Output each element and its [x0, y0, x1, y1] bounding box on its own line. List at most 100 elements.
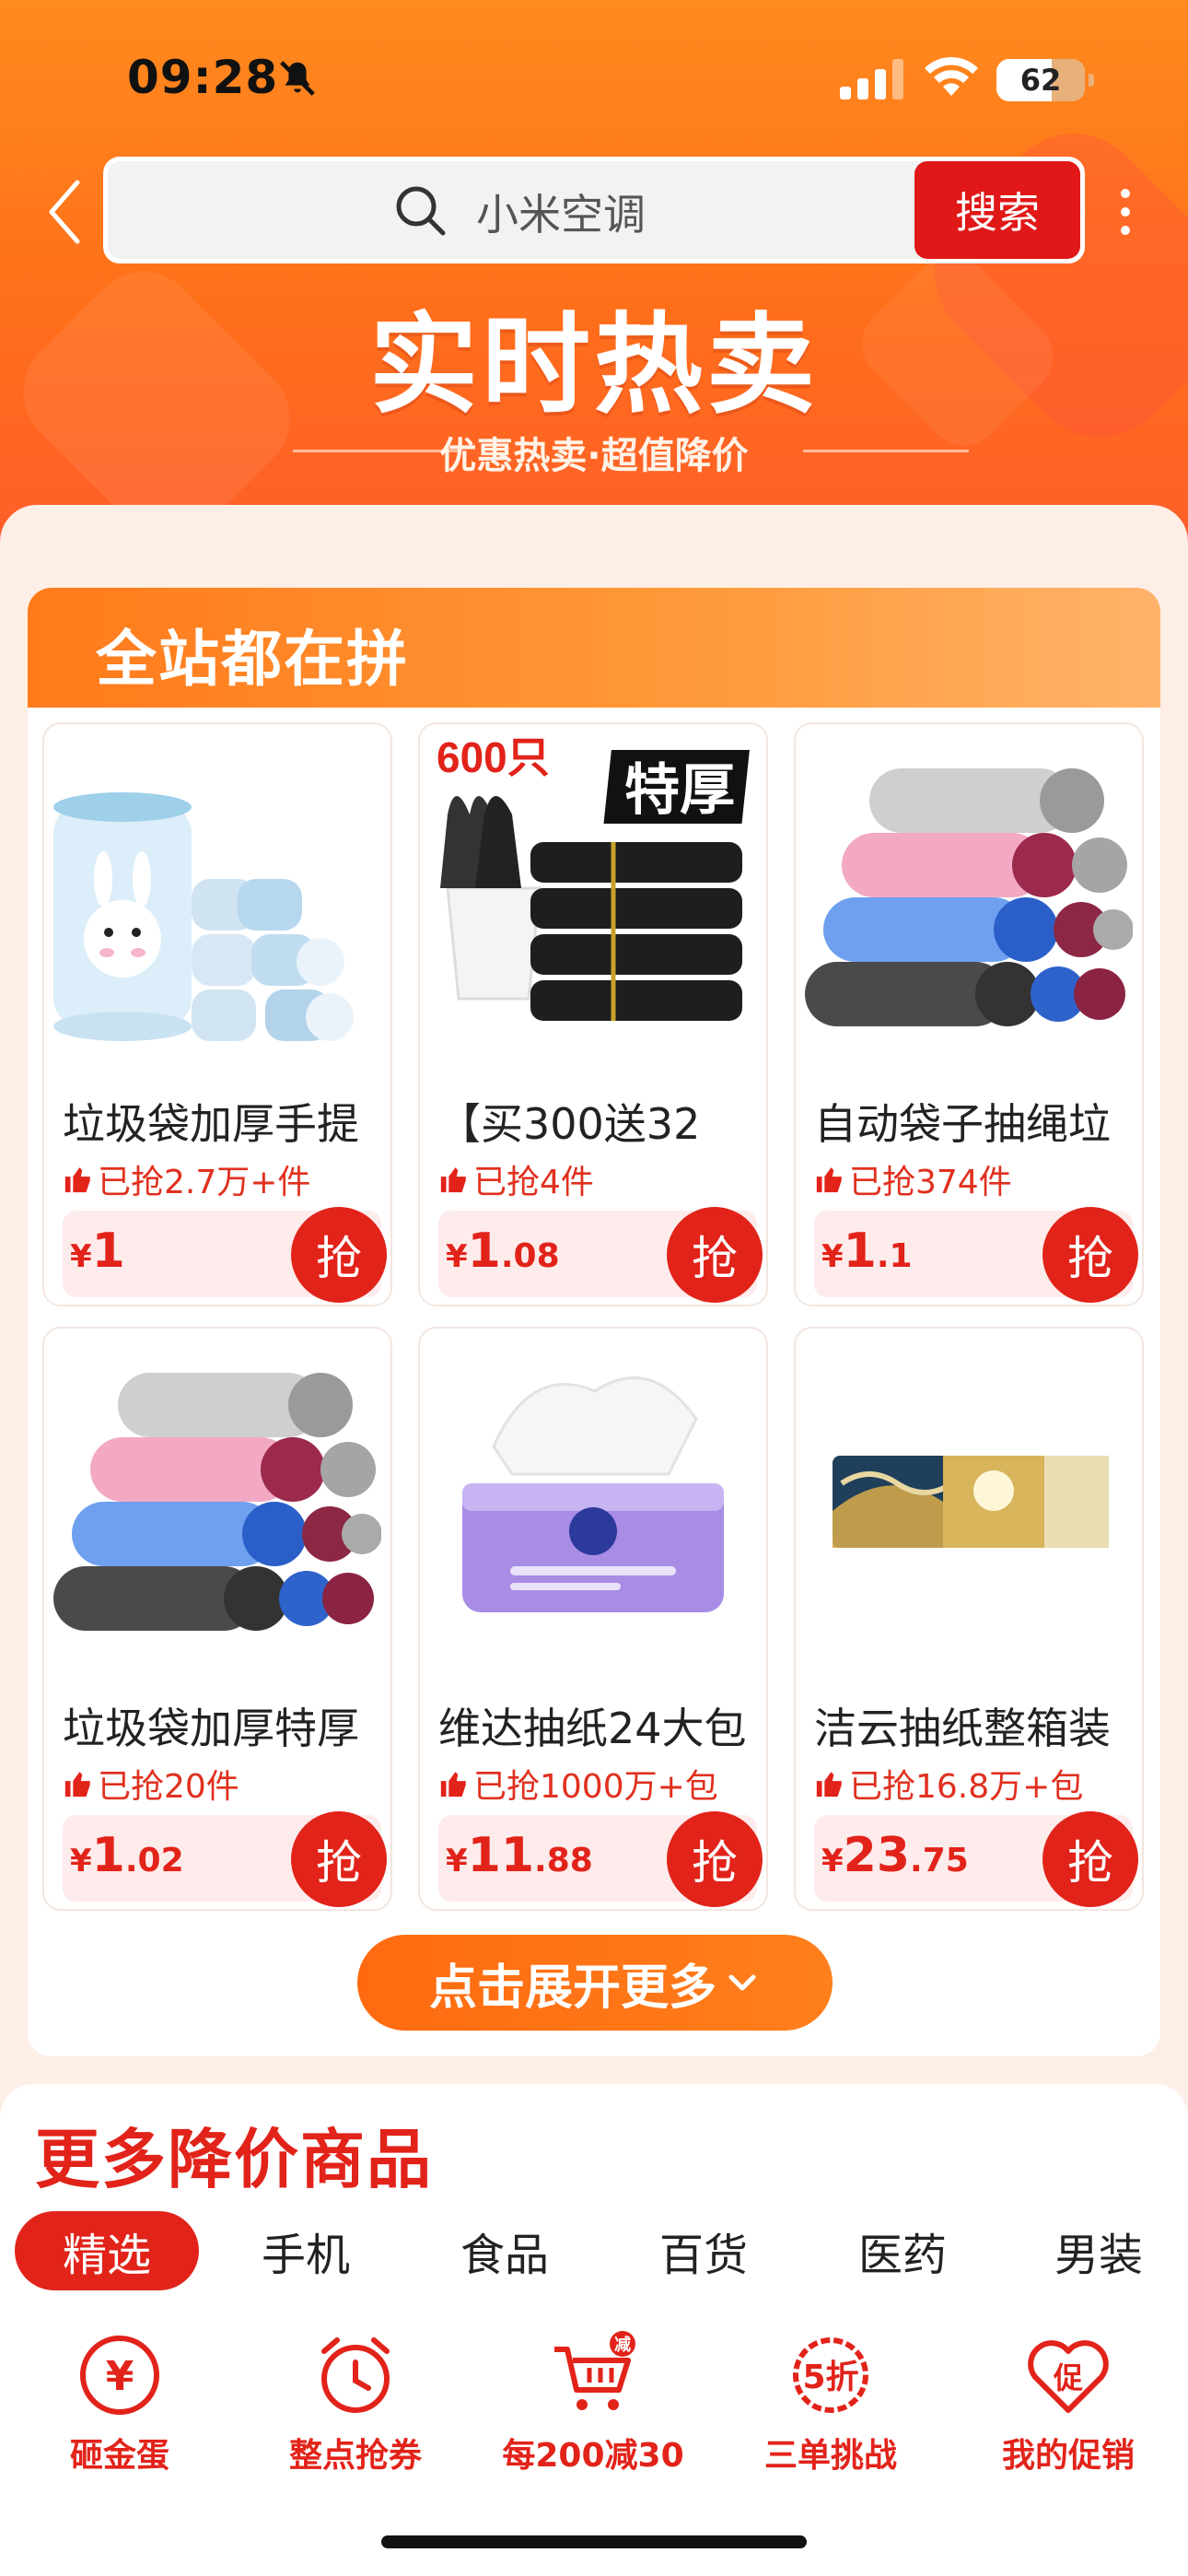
product-sold-count: 已抢2.7万+件: [63, 1155, 310, 1203]
product-card[interactable]: 垃圾袋加厚手提 已抢2.7万+件 ¥1 抢: [42, 722, 392, 1306]
product-price-bar[interactable]: ¥1.08 抢: [438, 1207, 763, 1303]
battery-level: 62: [1019, 63, 1062, 98]
svg-text:减: 减: [614, 2335, 631, 2355]
group-buy-card-title: 全站都在拼: [96, 624, 409, 695]
product-sold-count: 已抢4件: [438, 1155, 594, 1203]
grab-button[interactable]: 抢: [1042, 1811, 1138, 1907]
product-name[interactable]: 【买300送32: [438, 1091, 757, 1152]
shortcut-label: 我的促销: [1001, 2437, 1135, 2475]
grab-button[interactable]: 抢: [667, 1207, 763, 1303]
product-price: ¥1: [70, 1224, 125, 1279]
thumbs-up-icon: [440, 1772, 466, 1797]
product-sold-count: 已抢374件: [814, 1155, 1012, 1203]
tab-featured[interactable]: 精选: [15, 2211, 199, 2290]
banner-subtitle: 优惠热卖·超值降价: [439, 435, 749, 477]
product-price: ¥11.88: [446, 1828, 593, 1883]
search-button[interactable]: 搜索: [914, 161, 1080, 259]
product-price-bar[interactable]: ¥23.75 抢: [814, 1811, 1138, 1907]
group-buy-card-header: 全站都在拼: [28, 588, 1160, 708]
tab-medicine[interactable]: 医药: [810, 2211, 995, 2290]
promo-heart-icon: 促: [1028, 2340, 1109, 2413]
chevron-down-icon: [728, 1974, 756, 1991]
more-options-icon[interactable]: [1114, 184, 1136, 240]
category-tabs: 精选 手机 食品 百货 医药 男装: [0, 2211, 1188, 2294]
product-sold-text: 已抢20件: [98, 1768, 239, 1806]
search-placeholder[interactable]: 小米空调: [476, 181, 646, 242]
product-card[interactable]: 自动袋子抽绳垃 已抢374件 ¥1.1 抢: [794, 722, 1144, 1306]
svg-text:促: 促: [1053, 2360, 1083, 2395]
product-price: ¥1.1: [821, 1224, 913, 1279]
tab-food[interactable]: 食品: [413, 2211, 597, 2290]
search-icon: [396, 186, 446, 236]
product-card[interactable]: 垃圾袋加厚特厚 已抢20件 ¥1.02 抢: [42, 1327, 392, 1911]
shopping-cart-discount-icon: 减: [554, 2331, 635, 2410]
shortcut-label: 砸金蛋: [69, 2437, 169, 2475]
grab-button[interactable]: 抢: [1042, 1207, 1138, 1303]
shortcut-200-off-30[interactable]: 减 每200减30: [492, 2331, 694, 2497]
product-sold-text: 已抢4件: [473, 1164, 594, 1201]
product-price: ¥1.02: [70, 1828, 184, 1883]
svg-text:特厚: 特厚: [624, 758, 735, 823]
grab-button[interactable]: 抢: [291, 1811, 387, 1907]
product-image-black-trash-bags: 600只 特厚: [429, 732, 757, 1060]
yen-coin-icon: ¥: [80, 2336, 159, 2415]
status-time: 09:28: [127, 51, 279, 104]
product-sold-count: 已抢20件: [63, 1760, 239, 1808]
expand-more-button[interactable]: 点击展开更多: [357, 1935, 833, 2031]
product-price-bar[interactable]: ¥11.88 抢: [438, 1811, 763, 1907]
shortcut-my-promotions[interactable]: 促 我的促销: [967, 2331, 1170, 2497]
thumbs-up-icon: [816, 1167, 842, 1193]
product-price: ¥1.08: [446, 1224, 560, 1279]
shortcut-three-order-challenge[interactable]: 5折 三单挑战: [729, 2331, 932, 2497]
product-price: ¥23.75: [821, 1828, 969, 1883]
product-card[interactable]: 洁云抽纸整箱装 已抢16.8万+包 ¥23.75 抢: [794, 1327, 1144, 1911]
grab-button[interactable]: 抢: [291, 1207, 387, 1303]
more-deals-title: 更多降价商品: [35, 2122, 433, 2197]
tab-phones[interactable]: 手机: [214, 2211, 398, 2290]
svg-text:600只: 600只: [437, 733, 550, 781]
thumbs-up-icon: [64, 1167, 90, 1193]
thumbs-up-icon: [816, 1772, 842, 1797]
home-indicator[interactable]: [381, 2535, 807, 2548]
status-bar: 09:28 62: [0, 0, 1188, 157]
shortcut-label: 整点抢券: [288, 2437, 422, 2475]
expand-more-label: 点击展开更多: [428, 1960, 716, 2016]
product-image-tissue-pack: [462, 1376, 724, 1612]
product-name[interactable]: 洁云抽纸整箱装: [814, 1695, 1133, 1756]
product-card[interactable]: 600只 特厚 【买300送32 已抢4件 ¥1.08 抢: [418, 722, 768, 1306]
grab-button[interactable]: 抢: [667, 1811, 763, 1907]
tab-menswear[interactable]: 男装: [1009, 2211, 1188, 2290]
product-name[interactable]: 自动袋子抽绳垃: [814, 1091, 1133, 1152]
product-price-bar[interactable]: ¥1.1 抢: [814, 1207, 1138, 1303]
product-sold-text: 已抢2.7万+件: [98, 1164, 311, 1201]
product-image-tissue-box: [833, 1456, 1109, 1548]
wifi-icon: [925, 56, 978, 96]
product-price-bar[interactable]: ¥1 抢: [63, 1207, 387, 1303]
product-sold-count: 已抢1000万+包: [438, 1760, 718, 1808]
product-sold-text: 已抢374件: [849, 1164, 1012, 1201]
product-sold-text: 已抢1000万+包: [473, 1768, 718, 1806]
banner-title: 实时热卖: [368, 301, 819, 428]
shortcut-hourly-coupons[interactable]: 整点抢券: [254, 2331, 457, 2497]
product-image-trash-bags-rolls: [53, 792, 354, 1041]
bell-muted-icon: [280, 61, 315, 96]
product-image-colored-bag-rolls: [53, 1373, 381, 1631]
banner-divider-right: [803, 450, 969, 452]
product-name[interactable]: 垃圾袋加厚手提: [63, 1091, 381, 1152]
svg-text:5折: 5折: [802, 2359, 858, 2396]
battery-indicator: 62: [996, 59, 1094, 101]
product-image-colored-bag-rolls: [805, 768, 1133, 1026]
thumbs-up-icon: [64, 1772, 90, 1797]
product-price-bar[interactable]: ¥1.02 抢: [63, 1811, 387, 1907]
shortcut-smash-golden-egg[interactable]: ¥ 砸金蛋: [18, 2331, 221, 2497]
tab-general-goods[interactable]: 百货: [611, 2211, 796, 2290]
promo-shortcuts: ¥ 砸金蛋 整点抢券 减 每200减30 5折 三单挑战 促 我的促销: [0, 2331, 1188, 2497]
search-bar[interactable]: 小米空调 搜索: [103, 157, 1085, 263]
product-name[interactable]: 垃圾袋加厚特厚: [63, 1695, 381, 1756]
thumbs-up-icon: [440, 1167, 466, 1193]
cellular-signal-icon: [840, 59, 903, 100]
product-name[interactable]: 维达抽纸24大包: [438, 1695, 757, 1756]
back-chevron-icon[interactable]: [46, 175, 83, 249]
shortcut-label: 每200减30: [502, 2437, 684, 2475]
product-card[interactable]: 维达抽纸24大包 已抢1000万+包 ¥11.88 抢: [418, 1327, 768, 1911]
